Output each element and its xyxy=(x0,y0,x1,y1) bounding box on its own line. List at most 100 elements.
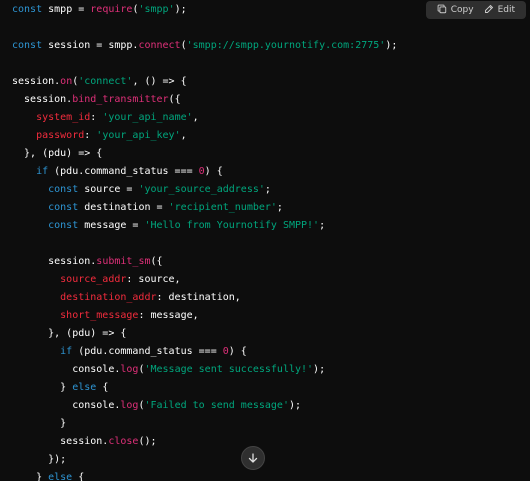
code-token: ({ xyxy=(150,256,163,267)
code-token: ; xyxy=(264,184,271,195)
code-token: : destination, xyxy=(156,292,241,303)
code-line: session.on('connect', () => { xyxy=(12,73,397,91)
code-token: , xyxy=(192,112,199,123)
code-token: password xyxy=(12,130,85,141)
code-token: destination = xyxy=(78,202,169,213)
code-line: session.bind_transmitter({ xyxy=(12,91,397,109)
code-line: password: 'your_api_key', xyxy=(12,127,397,145)
code-token: const xyxy=(12,40,43,51)
code-token: bind_transmitter xyxy=(72,94,169,105)
code-token: destination_addr xyxy=(12,292,157,303)
code-token: : message, xyxy=(138,310,199,321)
code-content: const smpp = require('smpp'); const sess… xyxy=(12,1,397,481)
code-token: 'Hello from Yournotify SMPP!' xyxy=(144,220,320,231)
code-token: const xyxy=(12,184,79,195)
code-token: : xyxy=(90,112,103,123)
code-token: 'recipient_number' xyxy=(168,202,277,213)
code-token: source = xyxy=(78,184,139,195)
code-token: connect xyxy=(138,40,181,51)
code-token: require xyxy=(90,4,133,15)
code-token: if xyxy=(12,166,49,177)
code-token: const xyxy=(12,4,43,15)
code-token: close xyxy=(108,436,139,447)
code-line: const smpp = require('smpp'); xyxy=(12,1,397,19)
code-token: : xyxy=(84,130,97,141)
code-line: }, (pdu) => { xyxy=(12,145,397,163)
code-line: const session = smpp.connect('smpp://smp… xyxy=(12,37,397,55)
code-token: message = xyxy=(78,220,145,231)
code-token: 'your_api_key' xyxy=(96,130,181,141)
code-token: (pdu.command_status === xyxy=(72,346,223,357)
code-line: }, (pdu) => { xyxy=(12,325,397,343)
code-token: } xyxy=(12,472,49,481)
scroll-to-bottom-button[interactable] xyxy=(241,446,265,470)
code-line: const destination = 'recipient_number'; xyxy=(12,199,397,217)
code-line: const message = 'Hello from Yournotify S… xyxy=(12,217,397,235)
code-token: } xyxy=(12,418,67,429)
code-token: , () => { xyxy=(132,76,187,87)
code-line: short_message: message, xyxy=(12,307,397,325)
code-line: source_addr: source, xyxy=(12,271,397,289)
code-token: 'your_api_name' xyxy=(102,112,193,123)
code-token: 'connect' xyxy=(78,76,133,87)
code-line: session.close(); xyxy=(12,433,397,451)
code-token: 'Failed to send message' xyxy=(144,400,289,411)
code-line: if (pdu.command_status === 0) { xyxy=(12,163,397,181)
code-token: (pdu.command_status === xyxy=(48,166,199,177)
code-token: { xyxy=(72,472,85,481)
code-token: smpp = xyxy=(42,4,91,15)
code-token: ) { xyxy=(228,346,247,357)
code-token: session. xyxy=(12,256,97,267)
code-token: const xyxy=(12,220,79,231)
code-token: ) { xyxy=(204,166,223,177)
code-token: }, (pdu) => { xyxy=(12,148,103,159)
code-token: }, (pdu) => { xyxy=(12,328,127,339)
code-token: ); xyxy=(385,40,398,51)
code-token: if xyxy=(12,346,73,357)
code-token: (); xyxy=(138,436,157,447)
code-line: console.log('Message sent successfully!'… xyxy=(12,361,397,379)
code-token: short_message xyxy=(12,310,139,321)
code-toolbar: Copy Edit xyxy=(425,1,526,19)
code-token: else xyxy=(72,382,97,393)
code-token: console. xyxy=(12,400,121,411)
code-token: { xyxy=(96,382,109,393)
code-line: } else { xyxy=(12,379,397,397)
code-line: session.submit_sm({ xyxy=(12,253,397,271)
code-token: : source, xyxy=(126,274,181,285)
code-token: log xyxy=(120,364,139,375)
code-token: else xyxy=(48,472,73,481)
code-token: console. xyxy=(12,364,121,375)
edit-label: Edit xyxy=(497,5,515,15)
code-line: destination_addr: destination, xyxy=(12,289,397,307)
code-token: ({ xyxy=(168,94,181,105)
code-token: submit_sm xyxy=(96,256,151,267)
code-line: const source = 'your_source_address'; xyxy=(12,181,397,199)
code-token: ); xyxy=(174,4,187,15)
code-token: const xyxy=(12,202,79,213)
code-token: system_id xyxy=(12,112,91,123)
code-line: console.log('Failed to send message'); xyxy=(12,397,397,415)
code-line: if (pdu.command_status === 0) { xyxy=(12,343,397,361)
code-line: system_id: 'your_api_name', xyxy=(12,109,397,127)
edit-icon xyxy=(484,4,494,17)
copy-button[interactable]: Copy xyxy=(432,1,479,19)
code-token: on xyxy=(60,76,73,87)
code-token: 'Message sent successfully!' xyxy=(144,364,314,375)
code-token: 'smpp://smpp.yournotify.com:2775' xyxy=(186,40,386,51)
code-token: } xyxy=(12,382,73,393)
copy-label: Copy xyxy=(450,5,474,15)
edit-button[interactable]: Edit xyxy=(479,1,520,19)
code-token: session. xyxy=(12,436,109,447)
copy-icon xyxy=(437,4,447,17)
code-line: } else { xyxy=(12,469,397,481)
code-token: ; xyxy=(319,220,326,231)
code-line: }); xyxy=(12,451,397,469)
code-token: ; xyxy=(276,202,283,213)
code-token: session. xyxy=(12,94,73,105)
code-token: }); xyxy=(12,454,67,465)
arrow-down-icon xyxy=(247,449,259,468)
